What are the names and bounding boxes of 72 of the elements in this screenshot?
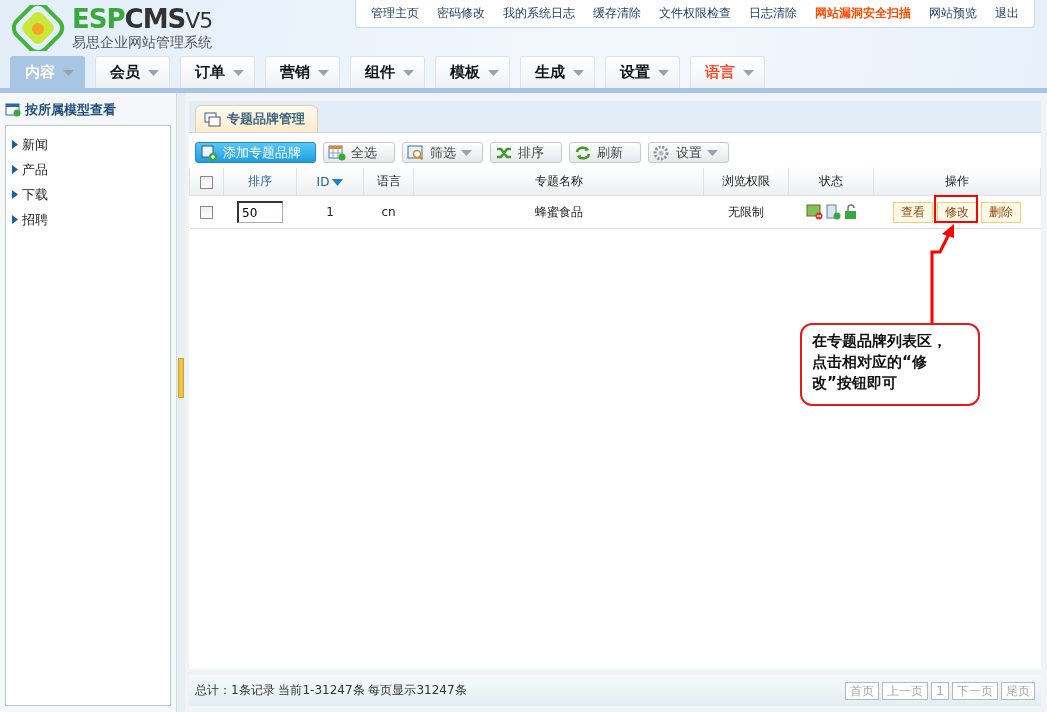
caret-icon xyxy=(743,69,754,76)
column-header[interactable]: ID xyxy=(296,168,364,196)
nav-tab[interactable]: 设置 xyxy=(605,56,680,88)
sidebar-item[interactable]: 招聘 xyxy=(12,207,170,232)
caret-icon xyxy=(233,69,244,76)
top-link[interactable]: 密码修改 xyxy=(428,5,494,22)
order-input[interactable]: 50 xyxy=(237,201,283,223)
action-button[interactable]: 查看 xyxy=(893,201,933,223)
caret-icon xyxy=(63,69,74,76)
column-header[interactable]: 语言 xyxy=(363,168,414,196)
table-cell: cn xyxy=(363,195,414,229)
triangle-icon xyxy=(12,190,18,199)
top-link[interactable]: 日志清除 xyxy=(740,5,806,22)
toolbar-button[interactable]: 排序 xyxy=(490,142,562,163)
triangle-icon xyxy=(12,165,18,174)
logo-subtitle: 易思企业网站管理系统 xyxy=(72,33,213,50)
panel-tab[interactable]: 专题品牌管理 xyxy=(195,105,318,132)
table-cell: 1 xyxy=(296,195,364,229)
caret-icon xyxy=(148,69,159,76)
toolbar-button[interactable]: 全选 xyxy=(323,142,395,163)
caret-icon xyxy=(658,69,669,76)
nav-tab[interactable]: 订单 xyxy=(180,56,255,88)
triangle-icon xyxy=(12,215,18,224)
callout-text: 在专题品牌列表区，点击相对应的“修改”按钮即可 xyxy=(812,331,948,394)
nav-tab[interactable]: 会员 xyxy=(95,56,170,88)
document-add-icon[interactable] xyxy=(825,204,841,220)
caret-icon xyxy=(403,69,414,76)
nav-tab[interactable]: 组件 xyxy=(350,56,425,88)
splitter-handle[interactable] xyxy=(178,357,184,398)
brand-logo-text: ESPCMSV5 xyxy=(72,5,213,34)
top-link[interactable]: 我的系统日志 xyxy=(494,5,584,22)
top-link[interactable]: 退出 xyxy=(986,5,1028,22)
picture-remove-icon[interactable] xyxy=(805,204,823,220)
record-summary: 总计：1条记录 当前1-31247条 每页显示31247条 xyxy=(195,682,467,699)
unlocked-padlock-icon[interactable] xyxy=(843,204,857,220)
toolbar-button[interactable]: 设置 xyxy=(648,142,729,163)
magnifier-window-icon xyxy=(407,144,425,161)
top-link[interactable]: 缓存清除 xyxy=(584,5,650,22)
column-header[interactable]: 排序 xyxy=(223,168,297,196)
top-link[interactable]: 文件权限检查 xyxy=(650,5,740,22)
column-header[interactable]: 专题名称 xyxy=(413,168,704,196)
action-button[interactable]: 删除 xyxy=(981,201,1021,223)
toolbar-button[interactable]: 筛选 xyxy=(402,142,483,163)
column-header[interactable]: 浏览权限 xyxy=(703,168,789,196)
table-add-icon xyxy=(328,144,346,161)
window-add-icon xyxy=(5,103,21,117)
windows-icon xyxy=(204,111,221,127)
triangle-icon xyxy=(12,140,18,149)
select-all-checkbox[interactable] xyxy=(200,175,213,189)
gear-icon xyxy=(653,144,671,161)
refresh-icon xyxy=(574,144,592,161)
top-link[interactable]: 管理主页 xyxy=(362,5,428,22)
caret-icon xyxy=(318,69,329,76)
document-add-icon xyxy=(200,144,218,161)
caret-icon xyxy=(573,69,584,76)
table-cell: 蜂蜜食品 xyxy=(413,195,704,229)
column-header[interactable]: 操作 xyxy=(873,168,1041,196)
sidebar-item[interactable]: 下载 xyxy=(12,182,170,207)
toolbar-button[interactable]: 刷新 xyxy=(569,142,641,163)
sidebar-item[interactable]: 新闻 xyxy=(12,132,170,157)
top-link[interactable]: 网站预览 xyxy=(920,5,986,22)
table-cell: 无限制 xyxy=(703,195,789,229)
nav-tab[interactable]: 模板 xyxy=(435,56,510,88)
row-checkbox[interactable] xyxy=(200,206,213,219)
action-button[interactable]: 修改 xyxy=(937,201,977,223)
nav-tab[interactable]: 营销 xyxy=(265,56,340,88)
sidebar-title: 按所属模型查看 xyxy=(25,101,116,119)
nav-tab[interactable]: 生成 xyxy=(520,56,595,88)
caret-icon xyxy=(488,69,499,76)
logo-icon xyxy=(10,4,66,51)
sidebar-item[interactable]: 产品 xyxy=(12,157,170,182)
column-header[interactable]: 状态 xyxy=(788,168,874,196)
